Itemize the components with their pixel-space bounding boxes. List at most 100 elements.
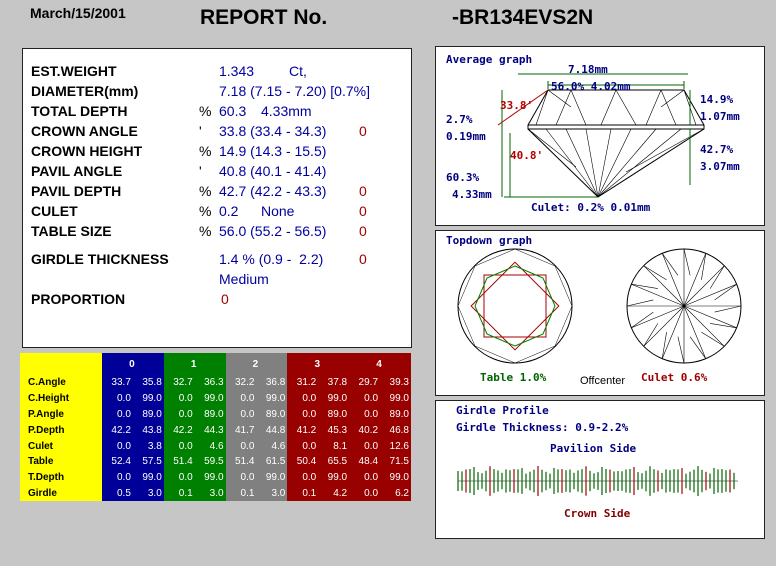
stats-cell: 89.0 bbox=[380, 406, 411, 423]
pavilion-side-label: Pavilion Side bbox=[550, 442, 637, 455]
stats-cell: 89.0 bbox=[194, 406, 226, 423]
property-unit: % bbox=[199, 183, 212, 199]
stats-group-header: 0 bbox=[102, 353, 164, 375]
stats-cell: 0.0 bbox=[225, 438, 257, 454]
stats-cell: 3.0 bbox=[256, 485, 288, 502]
property-value: 40.8 (40.1 - 41.4) bbox=[219, 163, 327, 179]
proportion-row: PROPORTION 0 bbox=[31, 291, 411, 311]
measurements-panel: EST.WEIGHT 1.343 Ct, DIAMETER(mm) 7.18 (7.15… bbox=[22, 48, 412, 348]
culet-facet-line bbox=[683, 248, 691, 276]
stats-cell: 51.4 bbox=[163, 453, 195, 470]
stats-cell: 45.3 bbox=[318, 422, 350, 439]
proportion-label: PROPORTION bbox=[31, 291, 126, 307]
stats-cell: 0.0 bbox=[102, 438, 133, 454]
table-view-facets bbox=[457, 248, 573, 364]
stats-cell: 89.0 bbox=[132, 406, 164, 423]
stats-cell: 39.3 bbox=[380, 375, 411, 391]
property-row: PAVIL DEPTH% 42.7 (42.2 - 43.3) 0 bbox=[31, 183, 411, 203]
girdle-profile-chart bbox=[457, 466, 738, 496]
property-row: TOTAL DEPTH% 60.3 4.33mm bbox=[31, 103, 411, 123]
stats-cell: 57.5 bbox=[132, 453, 164, 470]
property-value: 14.9 (14.3 - 15.5) bbox=[219, 143, 327, 159]
stats-cell: 0.0 bbox=[225, 406, 257, 423]
stats-cell: 4.6 bbox=[256, 438, 288, 454]
culet-facet-line bbox=[709, 265, 725, 289]
average-graph-panel: Average graph 7.18mm 56.0% 4.02mm 33.8' … bbox=[435, 46, 765, 226]
stats-cell: 46.8 bbox=[380, 422, 411, 439]
girdle-grade-row: Medium bbox=[31, 271, 411, 291]
property-label: TOTAL DEPTH bbox=[31, 103, 128, 119]
stats-cell: 0.0 bbox=[163, 438, 195, 454]
stats-row: C.Height 0.0 99.0 0.0 99.0 0.0 99.0 0.0 99.0 0.0 9… bbox=[20, 390, 411, 407]
avg-right-top-mm: 1.07mm bbox=[700, 110, 740, 123]
property-label: PAVIL DEPTH bbox=[31, 183, 122, 199]
topdown-graph-title: Topdown graph bbox=[446, 234, 533, 247]
culet-facet-line bbox=[683, 305, 725, 347]
stats-cell: 99.0 bbox=[318, 390, 350, 407]
stats-cell: 44.8 bbox=[256, 422, 288, 439]
stats-row: Girdle 0.5 3.0 0.1 3.0 0.1 3.0 0.1 4.2 0.0 6.2 bbox=[20, 485, 411, 502]
stats-row-label: T.Depth bbox=[20, 469, 102, 486]
stats-row: C.Angle 33.7 35.8 32.7 36.3 32.2 36.8 31.2 37.8 2… bbox=[20, 375, 411, 391]
culet-facet-line bbox=[631, 283, 658, 289]
stats-cell: 0.1 bbox=[163, 485, 195, 502]
property-row: EST.WEIGHT 1.343 Ct, bbox=[31, 63, 411, 83]
culet-facet-line bbox=[714, 305, 742, 313]
property-unit: % bbox=[199, 223, 212, 239]
property-row: CULET% 0.2 0 None bbox=[31, 203, 411, 223]
property-row: PAVIL ANGLE ' 40.8 (40.1 - 41.4) bbox=[31, 163, 411, 183]
property-value: 42.7 (42.2 - 43.3) bbox=[219, 183, 327, 199]
property-row: CROWN HEIGHT% 14.9 (14.3 - 15.5) bbox=[31, 143, 411, 163]
stats-cell: 0.5 bbox=[102, 485, 133, 502]
stats-row-label: C.Height bbox=[20, 390, 102, 407]
stats-row: Culet 0.0 3.8 0.0 4.6 0.0 4.6 0.0 8.1 0.0 12.6 bbox=[20, 438, 411, 454]
stats-row: Table 52.4 57.5 51.4 59.5 51.4 61.5 50.4 65.5 48.… bbox=[20, 453, 411, 470]
stats-cell: 36.3 bbox=[194, 375, 226, 391]
property-unit: % bbox=[199, 103, 212, 119]
girdle-thickness-flag: 0 bbox=[359, 251, 367, 267]
stats-cell: 99.0 bbox=[380, 469, 411, 486]
girdle-thickness-row: GIRDLE THICKNESS 1.4 % (0.9 - 2.2) 0 bbox=[31, 251, 411, 271]
girdle-profile-title: Girdle Profile bbox=[456, 404, 549, 417]
stats-cell: 31.2 bbox=[287, 375, 319, 391]
avg-left-top-mm: 0.19mm bbox=[446, 130, 486, 143]
avg-left-top-pct: 2.7% bbox=[446, 113, 473, 126]
stats-cell: 52.4 bbox=[102, 453, 133, 470]
stats-cell: 33.7 bbox=[102, 375, 133, 391]
culet-view-facets bbox=[626, 248, 742, 364]
culet-facet-line bbox=[710, 323, 737, 329]
stats-cell: 32.2 bbox=[225, 375, 257, 391]
stats-cell: 43.8 bbox=[132, 422, 164, 439]
stats-cell: 4.2 bbox=[318, 485, 350, 502]
property-label: EST.WEIGHT bbox=[31, 63, 117, 79]
stats-cell: 37.8 bbox=[318, 375, 350, 391]
topdown-table-label: Table 1.0% bbox=[480, 371, 547, 384]
stats-row-label: Table bbox=[20, 453, 102, 470]
stats-row-label: Girdle bbox=[20, 485, 102, 502]
topdown-offcenter-label: Offcenter bbox=[580, 375, 626, 387]
stats-cell: 71.5 bbox=[380, 453, 411, 470]
girdle-profile-thickness: Girdle Thickness: 0.9-2.2% bbox=[456, 421, 629, 434]
property-value: 0.2 bbox=[219, 203, 239, 219]
culet-facet-line bbox=[701, 253, 707, 280]
stats-row-label: Culet bbox=[20, 438, 102, 454]
avg-table-label: 56.0% 4.02mm bbox=[551, 80, 631, 93]
property-row: CROWN ANGLE ' 33.8 (33.4 - 34.3) 0 bbox=[31, 123, 411, 143]
property-label: CROWN HEIGHT bbox=[31, 143, 143, 159]
avg-crown-angle-label: 33.8' bbox=[500, 99, 534, 112]
stats-cell: 0.0 bbox=[287, 469, 319, 486]
stats-cell: 32.7 bbox=[163, 375, 195, 391]
stats-cell: 99.0 bbox=[132, 390, 164, 407]
stats-cell: 4.6 bbox=[194, 438, 226, 454]
property-unit: % bbox=[199, 203, 212, 219]
stats-cell: 0.0 bbox=[349, 438, 381, 454]
stats-cell: 99.0 bbox=[194, 469, 226, 486]
stats-cell: 99.0 bbox=[256, 390, 288, 407]
property-label: TABLE SIZE bbox=[31, 223, 112, 239]
stats-cell: 99.0 bbox=[194, 390, 226, 407]
stats-cell: 29.7 bbox=[349, 375, 381, 391]
stats-cell: 0.0 bbox=[349, 390, 381, 407]
stats-cell: 40.2 bbox=[349, 422, 381, 439]
stats-cell: 0.0 bbox=[102, 390, 133, 407]
topdown-graph-panel: Topdown graph Table 1.0% Offcenter Culet… bbox=[435, 230, 765, 396]
